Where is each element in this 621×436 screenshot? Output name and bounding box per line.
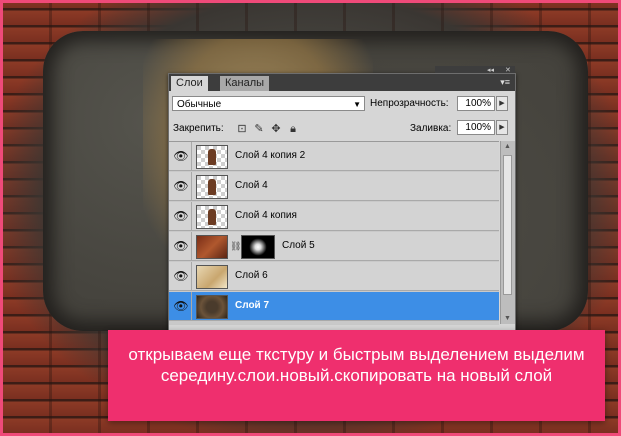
fill-slider-button[interactable]: ▶: [496, 120, 508, 135]
scroll-up-icon[interactable]: ▲: [504, 143, 511, 150]
layer-thumbnail: [196, 205, 228, 229]
layer-thumbnail: [196, 235, 228, 259]
layer-name: Слой 4: [235, 180, 268, 191]
layer-thumbnail: [196, 295, 228, 319]
lock-all-icon[interactable]: 🔒︎: [287, 123, 299, 135]
lock-move-icon[interactable]: ✥: [270, 123, 282, 135]
opacity-input[interactable]: 100%: [457, 96, 495, 111]
layer-name: Слой 6: [235, 270, 268, 281]
chevron-down-icon: ▼: [353, 100, 361, 109]
close-icon[interactable]: ✕: [505, 66, 511, 74]
tab-layers[interactable]: Слои: [171, 76, 208, 91]
layer-name: Слой 4 копия 2: [235, 150, 306, 161]
scroll-down-icon[interactable]: ▼: [504, 315, 511, 322]
layer-name: Слой 4 копия: [235, 210, 297, 221]
collapse-icon[interactable]: ◂◂: [487, 66, 494, 74]
fill-label: Заливка:: [410, 123, 452, 134]
layer-name: Слой 5: [282, 240, 315, 251]
eye-icon[interactable]: 👁︎: [171, 262, 192, 290]
lock-paint-icon[interactable]: ✎: [253, 123, 265, 135]
tab-channels[interactable]: Каналы: [220, 76, 270, 91]
layer-row[interactable]: 👁︎ Слой 4: [169, 172, 499, 201]
opacity-slider-button[interactable]: ▶: [496, 96, 508, 111]
eye-icon[interactable]: 👁︎: [171, 292, 192, 320]
panel-title-strip: ◂◂ ✕: [435, 66, 515, 74]
eye-icon[interactable]: 👁︎: [171, 232, 192, 260]
layer-mask-thumbnail[interactable]: [241, 235, 275, 259]
tab-bar: Слои Каналы ▾≡: [169, 74, 515, 91]
scrollbar-thumb[interactable]: [503, 155, 512, 295]
layer-row[interactable]: 👁︎ Слой 6: [169, 262, 499, 291]
layer-name: Слой 7: [235, 300, 270, 311]
caption-text: открываем еще ткстуру и быстрым выделени…: [128, 345, 585, 385]
layer-thumbnail: [196, 145, 228, 169]
layer-row[interactable]: 👁︎ Слой 4 копия 2: [169, 142, 499, 171]
blend-mode-select[interactable]: Обычные ▼: [172, 96, 365, 111]
layer-thumbnail: [196, 175, 228, 199]
fill-input[interactable]: 100%: [457, 120, 495, 135]
blend-mode-value: Обычные: [177, 99, 222, 110]
eye-icon[interactable]: 👁︎: [171, 202, 192, 230]
layers-scrollbar[interactable]: ▲ ▼: [500, 141, 515, 324]
layer-row[interactable]: 👁︎ Слой 4 копия: [169, 202, 499, 231]
lock-label: Закрепить:: [173, 123, 224, 134]
layer-row[interactable]: 👁︎ ⛓ Слой 5: [169, 232, 499, 261]
opacity-label: Непрозрачность:: [370, 98, 449, 109]
blend-row: Обычные ▼ Непрозрачность: 100% ▶: [169, 94, 515, 114]
layer-row-selected[interactable]: 👁︎ Слой 7: [169, 292, 499, 321]
eye-icon[interactable]: 👁︎: [171, 142, 192, 170]
caption-box: открываем еще ткстуру и быстрым выделени…: [108, 330, 605, 421]
layers-list: 👁︎ Слой 4 копия 2 👁︎ Слой 4 👁︎ Слой 4 ко…: [169, 141, 499, 325]
layer-thumbnail: [196, 265, 228, 289]
chain-link-icon[interactable]: ⛓: [230, 241, 241, 252]
lock-transparent-icon[interactable]: ⊡: [236, 123, 248, 135]
eye-icon[interactable]: 👁︎: [171, 172, 192, 200]
layers-panel: ◂◂ ✕ Слои Каналы ▾≡ Обычные ▼ Непрозрачн…: [168, 66, 516, 333]
lock-row: Закрепить: ⊡ ✎ ✥ 🔒︎ Заливка: 100% ▶: [169, 118, 515, 138]
panel-menu-icon[interactable]: ▾≡: [500, 77, 510, 88]
